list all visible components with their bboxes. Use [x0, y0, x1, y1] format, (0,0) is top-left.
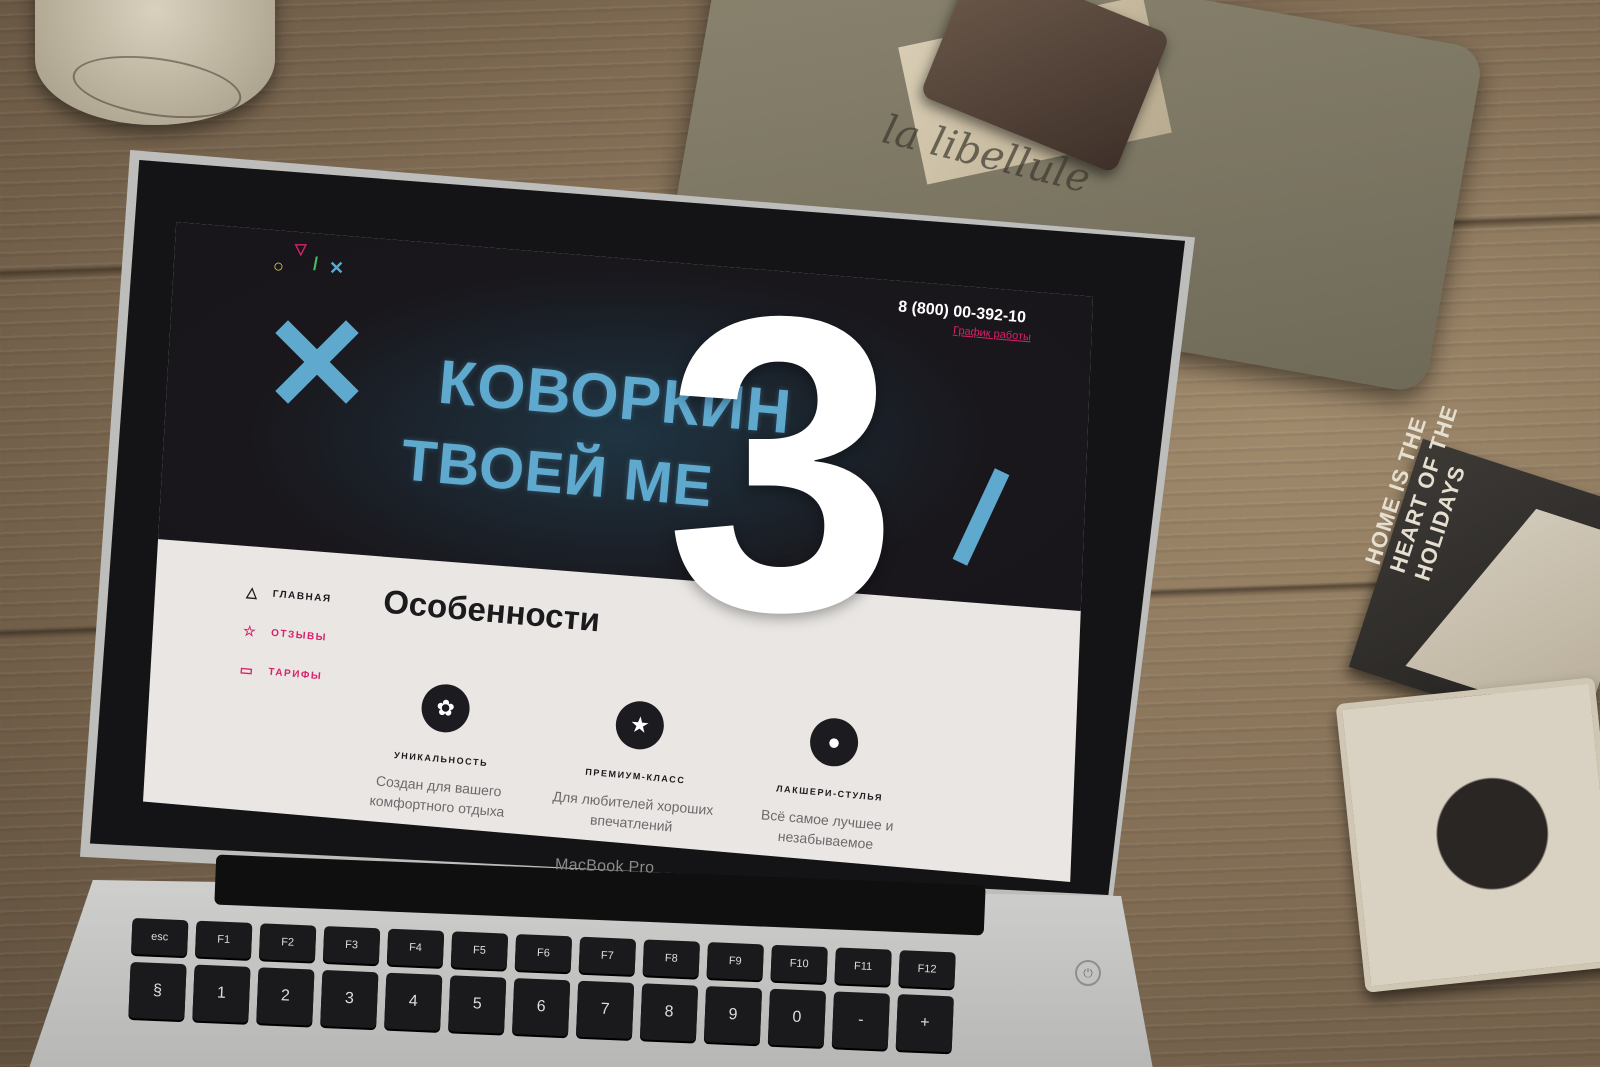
key-section[interactable]: §	[128, 961, 187, 1021]
side-nav: △ ГЛАВНАЯ ☆ ОТЗЫВЫ ▭ ТАРИФЫ	[239, 583, 332, 685]
key-minus[interactable]: -	[831, 991, 891, 1050]
palette-icon: ●	[808, 716, 861, 769]
key-5[interactable]: 5	[448, 975, 507, 1034]
schedule-link[interactable]: График работы	[953, 325, 1032, 344]
key-f3[interactable]: F3	[322, 925, 381, 965]
triangle-icon: △	[245, 583, 260, 601]
circle-icon: ○	[273, 256, 284, 276]
key-f5[interactable]: F5	[450, 931, 509, 970]
key-f4[interactable]: F4	[386, 928, 445, 967]
nav-item-tariffs[interactable]: ▭ ТАРИФЫ	[239, 661, 325, 685]
coaster-bottom	[1335, 677, 1600, 993]
key-esc[interactable]: esc	[131, 917, 189, 957]
hero-slash-decoration	[952, 468, 1010, 566]
feature-card: ★ ПРЕМИУМ-КЛАСС Для любителей хороших вп…	[546, 694, 727, 840]
flower-icon: ✿	[419, 682, 472, 735]
hero-cross-decoration	[263, 320, 373, 404]
features-title: Особенности	[381, 582, 602, 639]
nav-item-home[interactable]: △ ГЛАВНАЯ	[246, 583, 332, 607]
nav-item-reviews[interactable]: ☆ ОТЗЫВЫ	[242, 622, 328, 646]
key-0[interactable]: 0	[767, 988, 827, 1048]
key-6[interactable]: 6	[511, 977, 571, 1037]
wallet-icon: ▭	[239, 661, 256, 679]
key-f7[interactable]: F7	[578, 936, 637, 976]
key-1[interactable]: 1	[192, 964, 251, 1023]
key-8[interactable]: 8	[639, 983, 699, 1042]
key-f8[interactable]: F8	[642, 939, 701, 978]
laptop-screen: ○ ▽ / ✕ КОВОРКИН ТВОЕЙ МЕ 8 (800) 00-392…	[143, 222, 1093, 882]
key-2[interactable]: 2	[256, 967, 315, 1026]
overlay-number: 3	[665, 230, 899, 699]
header-phone[interactable]: 8 (800) 00-392-10	[897, 298, 1027, 327]
key-f11[interactable]: F11	[834, 947, 892, 986]
key-f1[interactable]: F1	[194, 920, 253, 959]
power-button-icon[interactable]: ⏻	[1075, 960, 1101, 986]
cross-icon: ✕	[329, 258, 345, 278]
key-f6[interactable]: F6	[514, 934, 573, 973]
key-f10[interactable]: F10	[770, 944, 828, 984]
star-icon: ★	[613, 699, 666, 752]
slash-icon: /	[313, 254, 319, 274]
site-logo[interactable]: ○ ▽ / ✕	[273, 240, 353, 280]
star-icon: ☆	[242, 622, 258, 640]
feature-card: ✿ УНИКАЛЬНОСТЬ Создан для вашего комфорт…	[351, 677, 532, 823]
key-9[interactable]: 9	[703, 986, 763, 1045]
key-f12[interactable]: F12	[898, 950, 956, 989]
key-3[interactable]: 3	[320, 969, 379, 1029]
feature-card: ● ЛАКШЕРИ-СТУЛЬЯ Всё самое лучшее и неза…	[740, 711, 921, 857]
laptop-brand-label: MacBook Pro	[554, 856, 655, 877]
key-f2[interactable]: F2	[258, 923, 317, 962]
key-plus[interactable]: +	[895, 994, 954, 1053]
key-4[interactable]: 4	[384, 972, 443, 1031]
key-f9[interactable]: F9	[706, 942, 764, 981]
key-7[interactable]: 7	[575, 980, 635, 1039]
triangle-icon: ▽	[295, 241, 307, 258]
